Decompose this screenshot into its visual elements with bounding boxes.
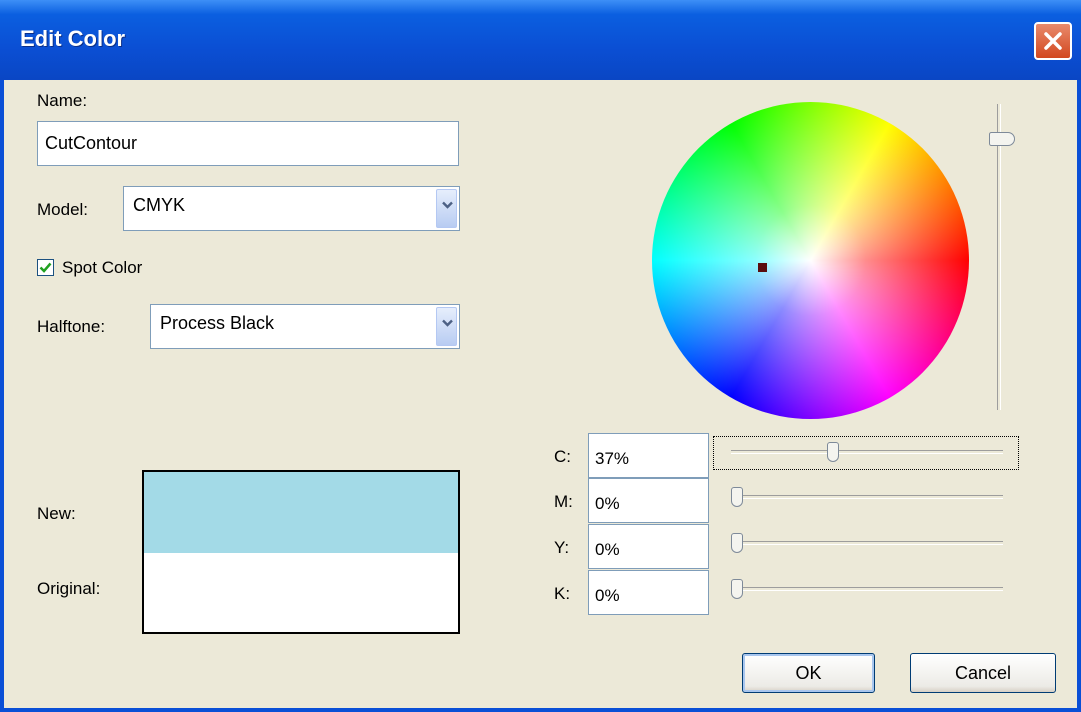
channel-slider-track-y[interactable] [731,541,1003,545]
model-dropdown-button[interactable] [436,189,457,228]
chevron-down-icon [442,319,453,327]
color-wheel-marker[interactable] [758,263,767,272]
channel-slider-thumb-m[interactable] [731,487,743,507]
channel-slider-thumb-c[interactable] [827,442,840,462]
original-color-swatch [144,553,458,632]
dialog-title: Edit Color [20,26,126,51]
channel-slider-thumb-y[interactable] [731,533,743,553]
halftone-label: Halftone: [37,317,106,336]
channel-label-k: K: [554,584,571,603]
halftone-select-value: Process Black [160,313,275,333]
edit-color-dialog: Edit Color Name: Model: CMYK Spot [0,0,1081,712]
cancel-button-label: Cancel [954,663,1012,683]
model-select[interactable]: CMYK [123,186,460,231]
model-select-value: CMYK [133,195,186,215]
channel-slider-track-k[interactable] [731,587,1003,591]
channel-input-m[interactable] [588,478,709,523]
ok-button[interactable]: OK [742,653,875,693]
brightness-slider-track[interactable] [997,104,1001,410]
channel-slider-thumb-k[interactable] [731,579,743,599]
channel-slider-track-m[interactable] [731,495,1003,499]
channel-slider-track-c[interactable] [731,450,1003,454]
channel-label-m: M: [554,492,573,511]
title-bar[interactable]: Edit Color [0,0,1081,80]
channel-input-c[interactable] [588,433,709,478]
ok-button-label: OK [795,663,822,683]
close-icon [1044,32,1062,50]
color-preview-swatch [142,470,460,634]
original-color-label: Original: [37,579,101,598]
halftone-dropdown-button[interactable] [436,307,457,346]
brightness-slider-thumb[interactable] [989,132,1015,146]
halftone-select[interactable]: Process Black [150,304,460,349]
name-input[interactable] [37,121,459,166]
checkmark-icon [39,262,52,273]
channel-input-k[interactable] [588,570,709,615]
dialog-body: Name: Model: CMYK Spot Color Halftone: P… [4,80,1077,708]
new-color-swatch [144,472,458,553]
name-label: Name: [37,91,88,110]
channel-input-y[interactable] [588,524,709,569]
spot-color-label[interactable]: Spot Color [62,258,142,278]
color-wheel[interactable] [652,102,969,419]
model-label: Model: [37,200,89,219]
channel-label-y: Y: [554,538,570,557]
close-button[interactable] [1034,22,1072,60]
cancel-button[interactable]: Cancel [910,653,1056,693]
spot-color-checkbox[interactable] [37,259,54,276]
new-color-label: New: [37,504,76,523]
chevron-down-icon [442,201,453,209]
channel-label-c: C: [554,447,571,466]
